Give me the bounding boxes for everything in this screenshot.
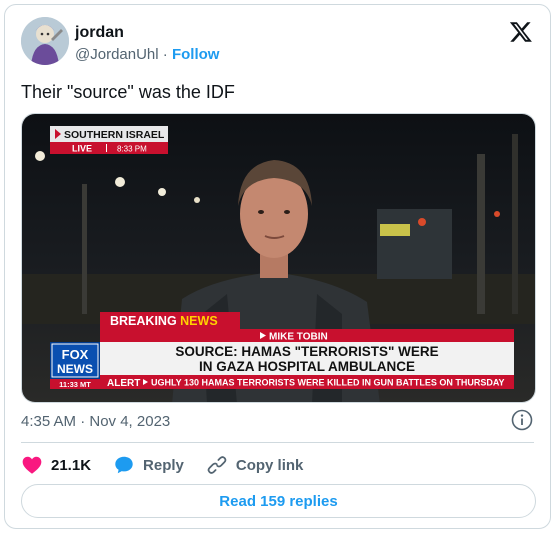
divider [21,442,534,443]
street-light-icon [194,197,200,203]
action-bar: 21.1K Reply Copy link [21,451,325,479]
location-label: SOUTHERN ISRAEL [64,129,165,141]
tweet-card: jordan @JordanUhl · Follow Their "source… [4,4,551,529]
fox-news-logo: FOX NEWS 11:33 MT [50,342,100,389]
live-label: LIVE [72,144,92,154]
reporter-name: MIKE TOBIN [269,332,328,343]
copy-link-button[interactable]: Copy link [206,454,304,476]
street-light-icon [35,151,45,161]
display-name[interactable]: jordan [75,24,124,42]
reply-bubble-icon [115,456,133,474]
link-icon [207,456,227,474]
news-label: NEWS [180,314,218,328]
headline-line1: SOURCE: HAMAS "TERRORISTS" WERE [175,344,438,359]
handle-row: @JordanUhl · Follow [75,46,219,63]
breaking-label: BREAKING [110,314,180,328]
reply-button[interactable]: Reply [113,454,184,476]
street-light-icon [115,177,125,187]
media-image[interactable]: SOUTHERN ISRAEL LIVE 8:33 PM BREAKING NE… [21,113,536,403]
tweet-text: Their "source" was the IDF [21,82,235,102]
street-light-icon [158,188,166,196]
network-line1: FOX [62,347,89,362]
avatar[interactable] [21,17,69,65]
info-icon[interactable] [511,409,533,431]
like-count: 21.1K [51,456,92,474]
headline-line2: IN GAZA HOSPITAL AMBULANCE [199,359,415,374]
like-button[interactable]: 21.1K [21,454,91,476]
live-time: 8:33 PM [117,145,147,154]
ticker-text: UGHLY 130 HAMAS TERRORISTS WERE KILLED I… [151,378,505,388]
network-time: 11:33 MT [59,380,91,389]
separator: · [162,46,168,63]
copy-link-label: Copy link [235,456,304,474]
location-lower-third: SOUTHERN ISRAEL LIVE 8:33 PM [50,126,168,154]
handle[interactable]: @JordanUhl [75,46,159,63]
x-logo-icon[interactable] [509,20,533,44]
alert-label: ALERT [107,378,140,389]
timestamp[interactable]: 4:35 AM · Nov 4, 2023 [21,413,170,430]
reply-label: Reply [143,456,184,474]
network-line2: NEWS [57,362,93,376]
svg-text:BREAKING NEWS: BREAKING NEWS [110,314,218,328]
heart-icon [22,456,42,474]
read-replies-button[interactable]: Read 159 replies [21,484,536,518]
follow-button[interactable]: Follow [172,46,220,63]
